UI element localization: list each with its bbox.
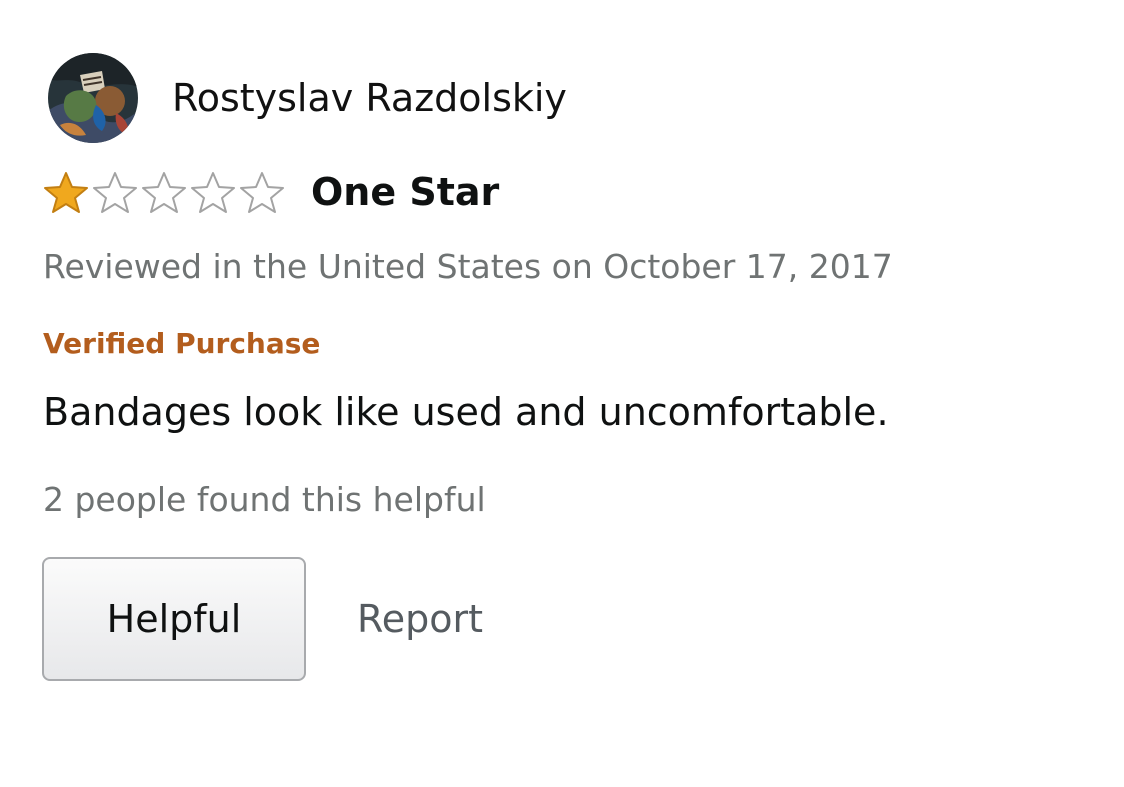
report-link[interactable]: Report [357,595,483,643]
review-title[interactable]: One Star [311,169,499,215]
verified-purchase-badge: Verified Purchase [43,327,321,360]
helpful-button[interactable]: Helpful [42,557,306,681]
empty-star-icon [240,172,284,213]
review-rating-row: One Star [42,168,499,216]
customer-review: Rostyslav Razdolskiy One Star Reviewed i… [0,0,1124,787]
empty-star-icon [142,172,186,213]
reviewer-name[interactable]: Rostyslav Razdolskiy [172,75,567,121]
avatar-image-icon [48,53,138,143]
reviewer-avatar[interactable] [48,53,138,143]
review-date: Reviewed in the United States on October… [43,247,893,286]
empty-star-icon [93,172,137,213]
filled-star-icon [44,172,88,213]
reviewer-profile[interactable]: Rostyslav Razdolskiy [48,52,567,144]
review-body: Bandages look like used and uncomfortabl… [43,390,889,434]
star-rating[interactable] [42,170,287,214]
empty-star-icon [191,172,235,213]
helpful-count: 2 people found this helpful [43,480,486,519]
